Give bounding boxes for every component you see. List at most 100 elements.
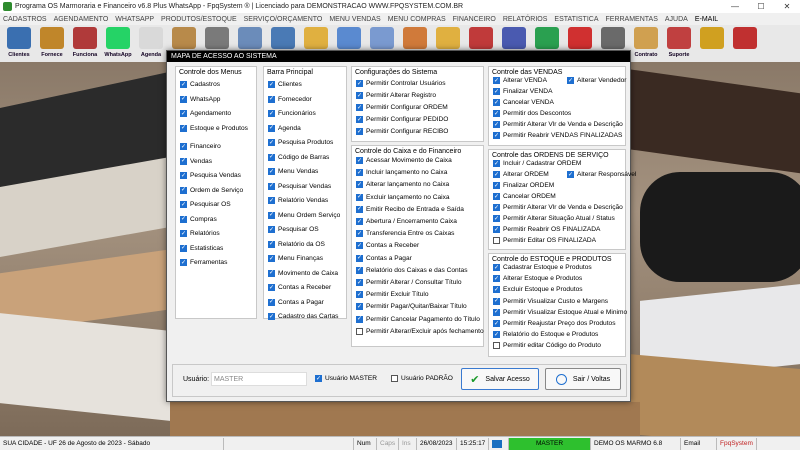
toolbar-button-fornece[interactable]: Fornece — [36, 25, 68, 61]
checkbox-box[interactable] — [268, 124, 275, 132]
caixa-checkbox[interactable]: Abertura / Encerramento Caixa — [356, 218, 457, 225]
menu-whatsapp[interactable]: WHATSAPP — [115, 16, 154, 23]
checkbox-box[interactable] — [493, 99, 500, 106]
toolbar-button-funciona[interactable]: Funciona — [69, 25, 101, 61]
minimize-button[interactable]: — — [722, 0, 748, 13]
config-checkbox[interactable]: Permitir Alterar Registro — [356, 92, 436, 99]
checkbox-box[interactable] — [493, 275, 500, 283]
estoque-checkbox[interactable]: Permitir Reajustar Preço dos Produtos — [493, 320, 616, 327]
checkbox-box[interactable] — [356, 181, 363, 189]
checkbox-box[interactable] — [268, 255, 275, 262]
toolbar-button-suporte[interactable]: Suporte — [663, 25, 695, 61]
menu-ajuda[interactable]: AJUDA — [665, 16, 688, 23]
menus-checkbox[interactable]: Relatórios — [180, 230, 220, 237]
checkbox-box[interactable] — [493, 308, 500, 316]
menus-checkbox[interactable]: Cadastros — [180, 81, 220, 88]
barra-checkbox[interactable]: Menu Ordem Serviço — [268, 211, 340, 219]
barra-checkbox[interactable]: Clientes — [268, 81, 302, 88]
menus-checkbox[interactable]: Pesquisa Vendas — [180, 172, 241, 179]
estoque-checkbox[interactable]: Excluir Estoque e Produtos — [493, 286, 583, 294]
close-button[interactable]: ✕ — [774, 0, 800, 13]
checkbox-box[interactable] — [180, 81, 187, 88]
checkbox-box[interactable] — [356, 291, 363, 299]
caixa-checkbox[interactable]: Incluir lançamento no Caixa — [356, 169, 447, 177]
menu-e-mail[interactable]: E-MAIL — [695, 16, 718, 23]
barra-checkbox[interactable]: Contas a Receber — [268, 284, 331, 291]
menu-cadastros[interactable]: CADASTROS — [3, 16, 47, 23]
checkbox-box[interactable] — [356, 157, 363, 164]
ordens-checkbox[interactable]: Incluir / Cadastrar ORDEM — [493, 160, 581, 167]
menus-checkbox[interactable]: Financeiro — [180, 143, 221, 150]
checkbox-box[interactable] — [180, 157, 187, 165]
checkbox-box[interactable] — [356, 279, 363, 286]
barra-checkbox[interactable]: Código de Barras — [268, 153, 329, 161]
config-checkbox[interactable]: Permitir Configurar RECIBO — [356, 128, 448, 135]
ordens-checkbox[interactable]: Permitir Reabrir OS FINALIZADA — [493, 226, 600, 233]
checkbox-box[interactable] — [493, 237, 500, 244]
barra-checkbox[interactable]: Fornecedor — [268, 95, 312, 103]
caixa-checkbox[interactable]: Transferencia Entre os Caixas — [356, 230, 454, 238]
checkbox-box[interactable] — [180, 201, 187, 208]
checkbox-box[interactable] — [268, 211, 275, 219]
estoque-checkbox[interactable]: Alterar Estoque e Produtos — [493, 275, 582, 283]
barra-checkbox[interactable]: Pesquisa Produtos — [268, 139, 333, 146]
checkbox-box[interactable] — [493, 215, 500, 222]
checkbox-box[interactable] — [493, 193, 500, 200]
barra-checkbox[interactable]: Relatório da OS — [268, 240, 325, 248]
ordens-checkbox[interactable]: Finalizar ORDEM — [493, 182, 554, 189]
checkbox-box[interactable] — [493, 132, 500, 139]
menus-checkbox[interactable]: Ordem de Serviço — [180, 186, 243, 194]
master-checkbox-box[interactable] — [315, 375, 322, 382]
caixa-checkbox[interactable]: Relatório dos Caixas e das Contas — [356, 266, 468, 274]
checkbox-box[interactable] — [356, 116, 363, 123]
ordens-checkbox[interactable]: Permitir Editar OS FINALIZADA — [493, 237, 596, 244]
menus-checkbox[interactable]: Ferramentas — [180, 259, 227, 266]
barra-checkbox[interactable]: Movimento de Caixa — [268, 269, 338, 277]
checkbox-box[interactable] — [356, 254, 363, 262]
menus-checkbox[interactable]: Estoque e Produtos — [180, 124, 248, 132]
exit-button[interactable]: Sair / Voltas — [545, 368, 621, 390]
checkbox-box[interactable] — [356, 205, 363, 213]
barra-checkbox[interactable]: Menu Vendas — [268, 168, 318, 175]
checkbox-box[interactable] — [356, 80, 363, 87]
checkbox-box[interactable] — [180, 110, 187, 117]
caixa-checkbox[interactable]: Acessar Movimento de Caixa — [356, 157, 452, 164]
menus-checkbox[interactable]: Pesquisar OS — [180, 201, 231, 208]
checkbox-box[interactable] — [356, 104, 363, 111]
status-email[interactable]: Email — [681, 437, 717, 450]
checkbox-box[interactable] — [356, 266, 363, 274]
checkbox-box[interactable] — [493, 264, 500, 271]
toolbar-button-agenda[interactable]: Agenda — [135, 25, 167, 61]
checkbox-box[interactable] — [180, 124, 187, 132]
checkbox-box[interactable] — [180, 244, 187, 252]
checkbox-box[interactable] — [180, 230, 187, 237]
checkbox-box[interactable] — [493, 110, 500, 117]
menu-ferramentas[interactable]: FERRAMENTAS — [606, 16, 658, 23]
toolbar-button-contrato[interactable]: Contrato — [630, 25, 662, 61]
caixa-checkbox[interactable]: Permitir Cancelar Pagamento do Título — [356, 315, 480, 323]
checkbox-box[interactable] — [268, 153, 275, 161]
barra-checkbox[interactable]: Menu Finanças — [268, 255, 323, 262]
checkbox-box[interactable] — [268, 313, 275, 320]
toolbar-button-clientes[interactable]: Clientes — [3, 25, 35, 61]
checkbox-box[interactable] — [493, 320, 500, 327]
caixa-checkbox[interactable]: Alterar lançamento no Caixa — [356, 181, 449, 189]
save-access-button[interactable]: ✔ Salvar Acesso — [461, 368, 539, 390]
checkbox-box[interactable] — [493, 342, 500, 350]
menu-financeiro[interactable]: FINANCEIRO — [453, 16, 496, 23]
checkbox-box[interactable] — [356, 230, 363, 238]
ordens-checkbox[interactable]: Cancelar ORDEM — [493, 193, 556, 200]
checkbox-box[interactable] — [356, 193, 363, 201]
checkbox-box[interactable] — [356, 128, 363, 135]
checkbox-box[interactable] — [180, 215, 187, 223]
checkbox-box[interactable] — [180, 172, 187, 179]
checkbox-box[interactable] — [567, 77, 574, 84]
checkbox-box[interactable] — [493, 182, 500, 189]
estoque-checkbox[interactable]: Relatório do Estoque e Produtos — [493, 331, 598, 339]
vendas-checkbox[interactable]: Permitir dos Descontos — [493, 110, 571, 117]
checkbox-box[interactable] — [493, 160, 500, 167]
barra-checkbox[interactable]: Pesquisar OS — [268, 226, 319, 233]
menu-relat-rios[interactable]: RELATÓRIOS — [503, 16, 548, 23]
vendas-checkbox[interactable]: Alterar Vendedor — [567, 77, 627, 84]
ordens-checkbox[interactable]: Alterar Responsável — [567, 171, 636, 178]
